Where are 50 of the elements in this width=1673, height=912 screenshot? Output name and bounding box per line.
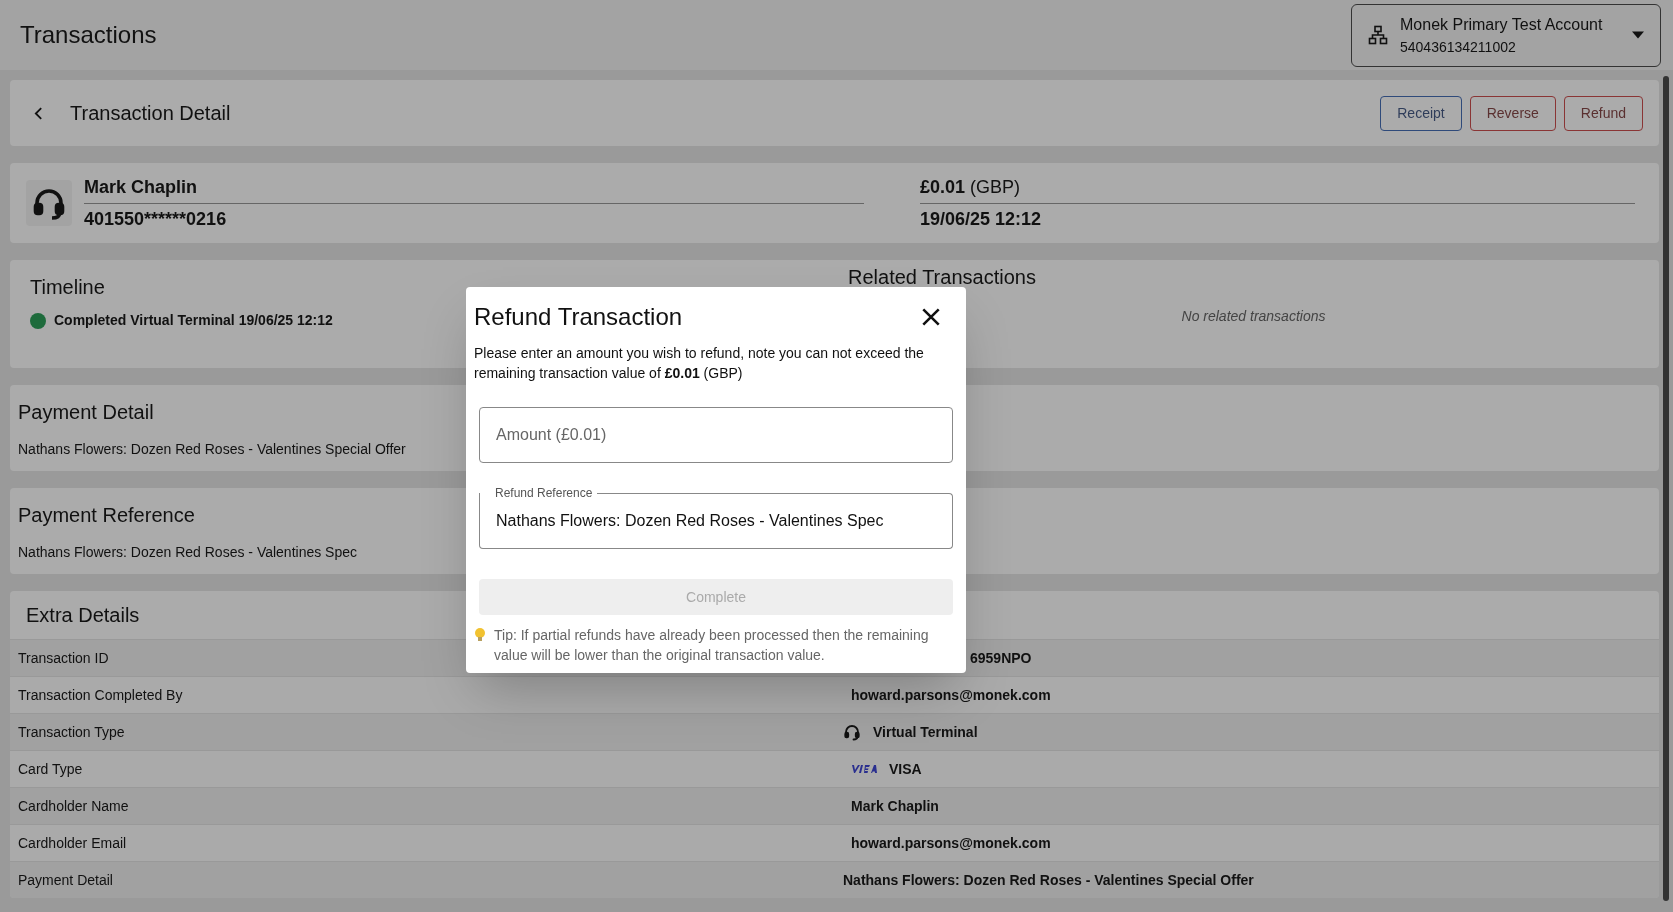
headset-icon: [26, 180, 72, 226]
table-cell: Payment Detail: [18, 872, 113, 888]
account-name: Monek Primary Test Account: [1400, 14, 1604, 35]
card-title: Related Transactions: [848, 265, 1036, 290]
field-label: Refund Reference: [494, 486, 594, 500]
table-cell-text: howard.parsons@monek.com: [851, 685, 1051, 705]
reference-field[interactable]: Nathans Flowers: Dozen Red Roses - Valentines Spec: [479, 500, 953, 549]
scrollbar[interactable]: [1663, 76, 1669, 901]
lightbulb-icon: [474, 627, 486, 643]
table-cell: Transaction Type: [18, 724, 125, 740]
card-text: Nathans Flowers: Dozen Red Roses - Valentines Spec: [18, 542, 357, 562]
card-brand-icon: [851, 764, 877, 774]
card-title: Timeline: [30, 275, 106, 300]
transaction-date: 19/06/25 12:12: [920, 207, 1043, 231]
card-title: Payment Detail: [18, 399, 154, 425]
account-selector[interactable]: Monek Primary Test Account 540436134211002: [1351, 3, 1661, 67]
table-cell-text: 6959NPO: [970, 648, 1032, 668]
close-button[interactable]: [922, 307, 942, 327]
table-cell: Cardholder Email: [18, 835, 127, 851]
card-number: 401550******0216: [84, 207, 228, 231]
dialog-title: Refund Transaction: [474, 302, 683, 332]
page-title: Transactions: [20, 20, 157, 50]
card-title: Extra Details: [26, 603, 140, 628]
card-text: Nathans Flowers: Dozen Red Roses - Valentines Special Offer: [18, 439, 406, 459]
amount-field[interactable]: Amount (£0.01): [479, 407, 953, 463]
table-cell-text: Nathans Flowers: Dozen Red Roses - Valentines Special Offer: [843, 870, 1254, 890]
table-cell-text: Virtual Terminal: [873, 722, 978, 742]
headset-icon: [843, 723, 861, 741]
tip-text: Tip: If partial refunds have already been processed then the remaining value will be lower than the original transaction value.: [494, 626, 930, 665]
action-button[interactable]: Refund: [1563, 95, 1643, 131]
cardholder-name: Mark Chaplin: [84, 173, 864, 204]
chevron-left-icon: [33, 106, 43, 120]
table-cell: Cardholder Name: [18, 798, 129, 814]
action-button[interactable]: Reverse: [1469, 95, 1556, 131]
table-cell-text: VISA: [889, 759, 922, 779]
hierarchy-icon: [1368, 25, 1388, 45]
section-title: Transaction Detail: [70, 101, 231, 126]
table-cell: Transaction ID: [18, 650, 109, 666]
action-button[interactable]: Receipt: [1380, 95, 1462, 131]
table-cell-text: Mark Chaplin: [851, 796, 939, 816]
empty-message: No related transactions: [1181, 307, 1326, 326]
account-number: 540436134211002: [1400, 37, 1517, 57]
dialog-message: Please enter an amount you wish to refund, note you can not exceed the remaining transaction value of £0.01 (GBP): [474, 344, 925, 383]
card-title: Payment Reference: [18, 502, 195, 528]
amount: £0.01 (GBP): [920, 173, 1635, 204]
timeline-event: Completed Virtual Terminal 19/06/25 12:12: [54, 311, 333, 330]
table-cell: Transaction Completed By: [18, 687, 183, 703]
table-cell-text: howard.parsons@monek.com: [851, 833, 1051, 853]
table-cell: Card Type: [18, 761, 83, 777]
caret-icon: [1632, 31, 1644, 39]
